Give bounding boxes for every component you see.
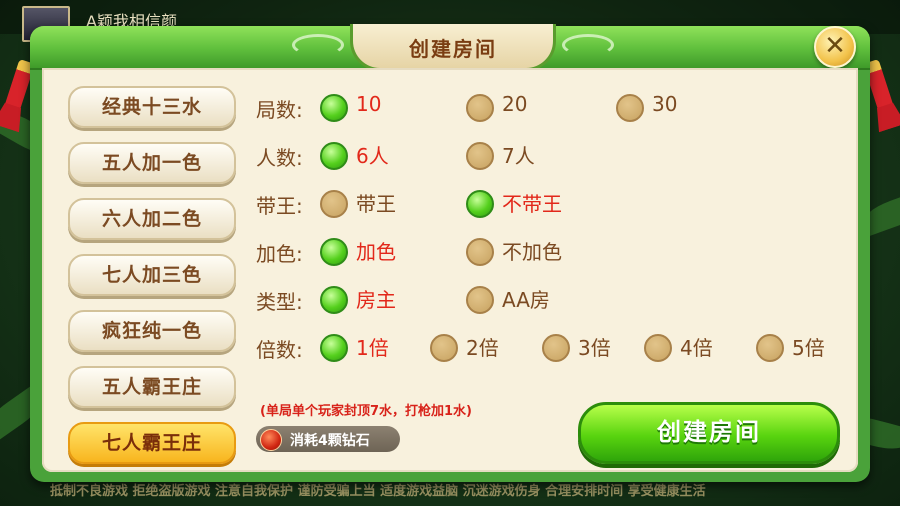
king-label: 带王: <box>256 194 303 218</box>
left-swirl-ornament <box>292 34 344 56</box>
radio-icon <box>466 190 494 218</box>
radio-icon <box>466 286 494 314</box>
bottom-ticker: 抵制不良游戏 拒绝盗版游戏 注意自我保护 谨防受骗上当 适度游戏益脑 沉迷游戏伤… <box>50 484 706 499</box>
cost-badge: 消耗4颗钻石 <box>256 426 400 452</box>
radio-icon <box>644 334 672 362</box>
option-label: 房主 <box>356 288 396 312</box>
mode-button-classic[interactable]: 经典十三水 <box>68 86 236 128</box>
radio-icon <box>542 334 570 362</box>
mode-button-seven-three-color[interactable]: 七人加三色 <box>68 254 236 296</box>
diamond-icon <box>260 429 282 451</box>
mode-button-crazy-flush[interactable]: 疯狂纯一色 <box>68 310 236 352</box>
mode-button-five-overlord[interactable]: 五人霸王庄 <box>68 366 236 408</box>
radio-icon <box>320 238 348 266</box>
radio-icon <box>320 334 348 362</box>
radio-icon <box>616 94 644 122</box>
mode-button-six-two-color[interactable]: 六人加二色 <box>68 198 236 240</box>
option-label: 2倍 <box>466 336 499 360</box>
rule-note: (单局单个玩家封顶7水，打枪加1水) <box>260 404 472 419</box>
mode-button-five-one-color[interactable]: 五人加一色 <box>68 142 236 184</box>
option-label: 带王 <box>356 192 396 216</box>
radio-icon <box>320 286 348 314</box>
create-room-button[interactable]: 创建房间 <box>578 402 840 464</box>
option-label: 6人 <box>356 144 389 168</box>
option-label: 加色 <box>356 240 396 264</box>
players-label: 人数: <box>256 146 303 170</box>
option-label: AA房 <box>502 288 550 312</box>
dialog-header: 创建房间 ✕ <box>30 24 870 71</box>
option-label: 1倍 <box>356 336 389 360</box>
type-label: 类型: <box>256 290 303 314</box>
radio-icon <box>466 142 494 170</box>
option-label: 5倍 <box>792 336 825 360</box>
radio-icon <box>466 238 494 266</box>
option-label: 3倍 <box>578 336 611 360</box>
multiplier-label: 倍数: <box>256 338 303 362</box>
option-label: 不带王 <box>502 192 562 216</box>
title-plate: 创建房间 <box>350 24 556 71</box>
option-label: 20 <box>502 92 528 116</box>
dialog-title: 创建房间 <box>409 37 497 61</box>
radio-icon <box>320 142 348 170</box>
rounds-label: 局数: <box>256 98 303 122</box>
option-label: 4倍 <box>680 336 713 360</box>
radio-icon <box>430 334 458 362</box>
radio-icon <box>320 190 348 218</box>
radio-icon <box>756 334 784 362</box>
option-label: 不加色 <box>502 240 562 264</box>
close-button[interactable]: ✕ <box>814 26 856 68</box>
radio-icon <box>466 94 494 122</box>
mode-button-seven-overlord[interactable]: 七人霸王庄 <box>68 422 236 464</box>
create-room-dialog: 创建房间 ✕ 经典十三水 五人加一色 六人加二色 七人加三色 疯狂纯一色 五人霸… <box>30 24 870 482</box>
right-swirl-ornament <box>562 34 614 56</box>
option-label: 30 <box>652 92 678 116</box>
color-label: 加色: <box>256 242 303 266</box>
dialog-panel: 经典十三水 五人加一色 六人加二色 七人加三色 疯狂纯一色 五人霸王庄 七人霸王… <box>42 68 858 472</box>
option-label: 7人 <box>502 144 535 168</box>
cost-text: 消耗4颗钻石 <box>290 433 370 449</box>
option-label: 10 <box>356 92 382 116</box>
radio-icon <box>320 94 348 122</box>
